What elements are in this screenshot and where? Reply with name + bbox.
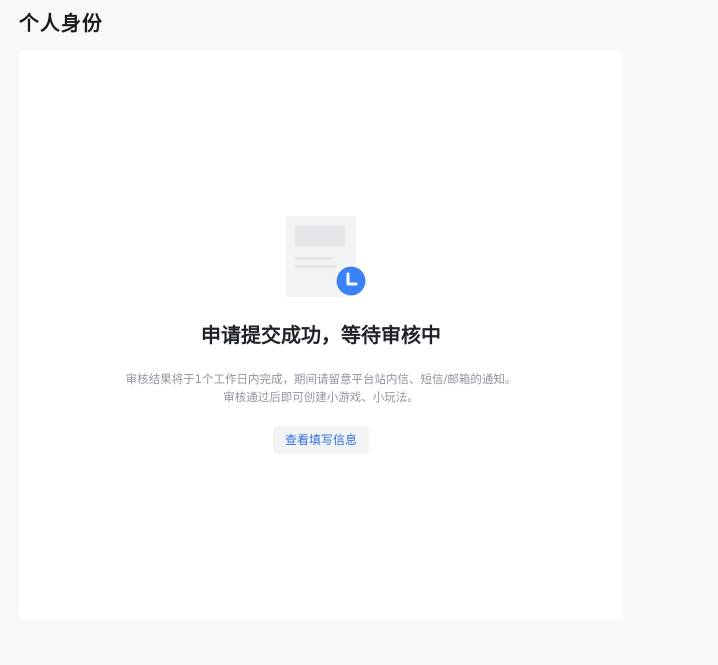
status-card: 申请提交成功，等待审核中 审核结果将于1个工作日内完成，期间请留意平台站内信、短… [19,50,623,620]
page: 个人身份 申请提交成功，等待审核中 审核结果将于1个工作日内完成，期间请留意平台… [0,0,718,665]
view-info-button[interactable]: 查看填写信息 [273,426,369,454]
status-description: 审核结果将于1个工作日内完成，期间请留意平台站内信、短信/邮箱的通知。审核通过后… [125,372,517,404]
page-title: 个人身份 [19,11,103,35]
status-title: 申请提交成功，等待审核中 [201,323,441,347]
document-clock-icon [286,216,367,297]
